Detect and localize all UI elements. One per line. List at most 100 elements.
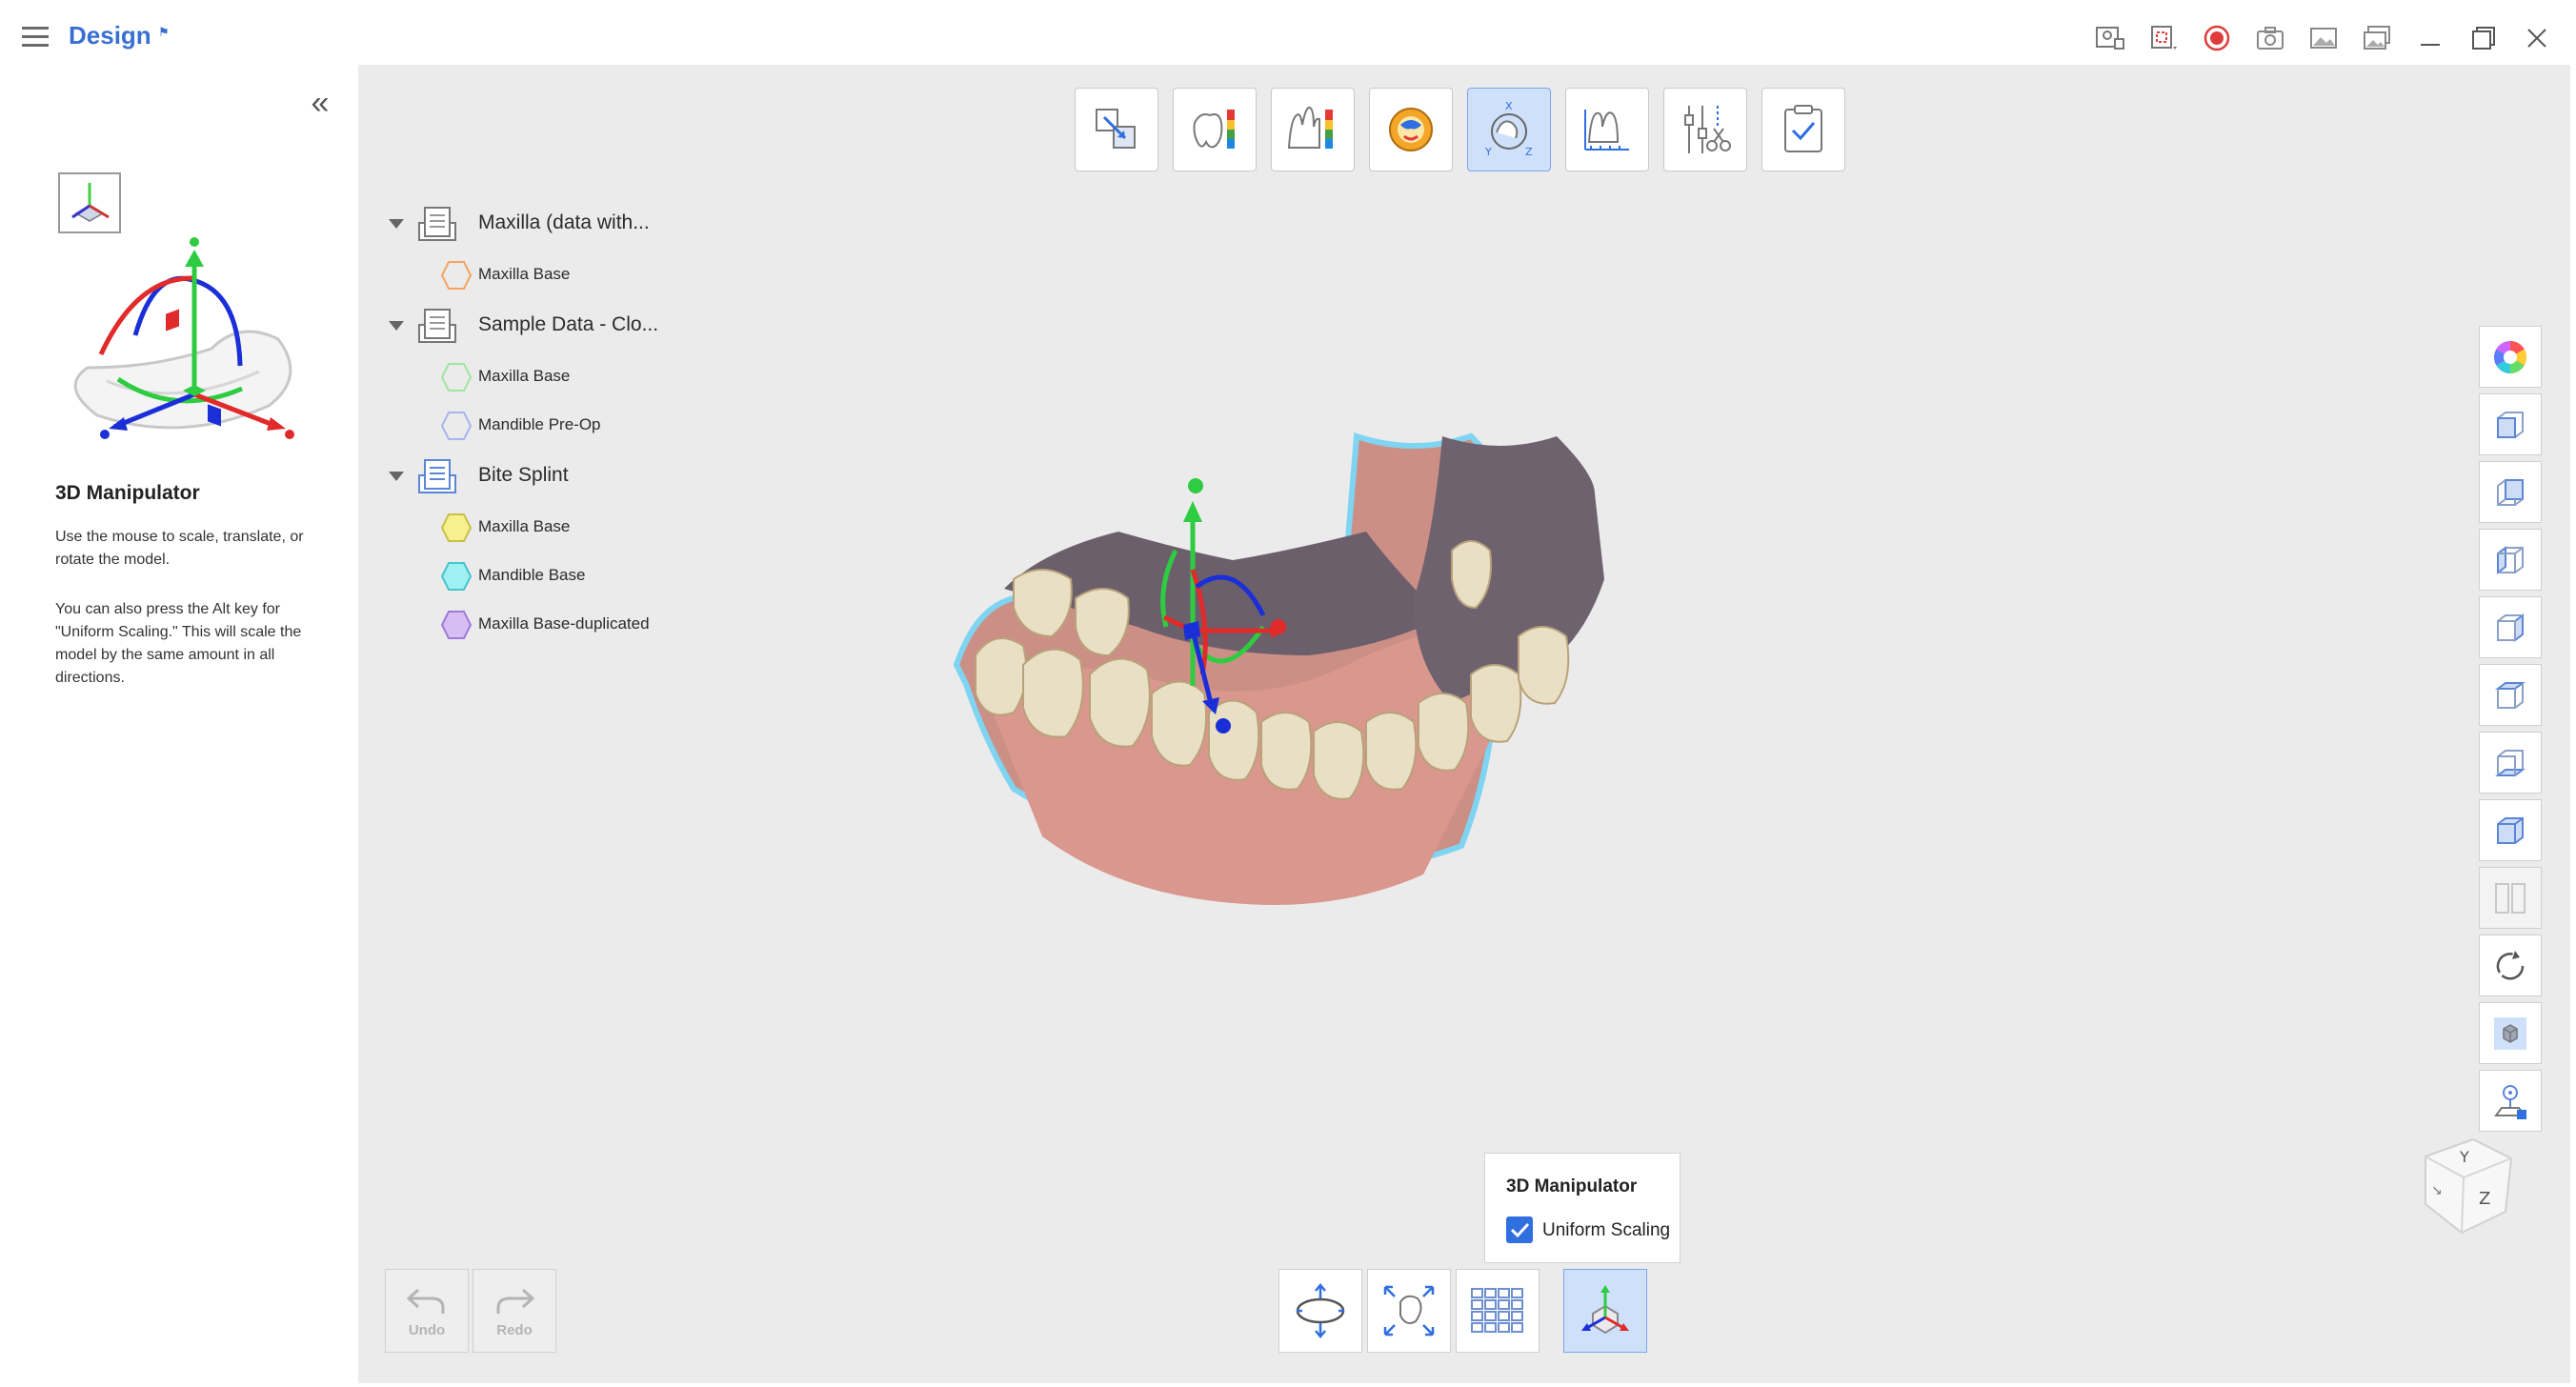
redo-label: Redo [496,1321,533,1338]
nav-cube-z-label: Z [2479,1189,2490,1209]
tree-item[interactable]: Maxilla Base [387,504,749,553]
tree-item-label[interactable]: Maxilla Base [478,517,570,536]
split-view-icon [2495,882,2526,914]
cube-front-icon [2497,411,2524,438]
bottom-toolbar [1278,1269,1647,1353]
rotate-icon [2496,950,2525,979]
document-stack-icon [418,207,456,241]
tree-item[interactable]: Mandible Pre-Op [387,402,749,451]
color-wheel-button[interactable] [2479,326,2542,388]
deviation-map-tool-button[interactable] [1173,88,1257,171]
xyz-rotate-icon: X Y Z [1484,100,1533,158]
image-icon[interactable] [2300,17,2347,59]
cube-left-icon [2497,545,2524,574]
dental-model[interactable] [947,427,1680,979]
record-icon[interactable] [2193,17,2241,59]
back-view-button[interactable] [2479,461,2542,523]
left-view-button[interactable] [2479,529,2542,591]
front-view-button[interactable] [2479,393,2542,455]
expand-caret-icon[interactable] [389,321,404,331]
tree-group-label[interactable]: Maxilla (data with... [478,211,650,234]
cube-bottom-icon [2495,749,2526,776]
uniform-scaling-label[interactable]: Uniform Scaling [1542,1220,1670,1241]
tree-item-label[interactable]: Maxilla Base [478,367,570,386]
undo-label: Undo [408,1321,446,1338]
svg-text:X: X [1505,100,1513,112]
manipulator-toggle-button[interactable] [1563,1269,1647,1353]
measure-icon [1584,110,1629,151]
fit-to-screen-icon [1383,1285,1435,1337]
navigation-cube[interactable]: Y Z ↘ [2406,1128,2521,1242]
top-view-button[interactable] [2479,664,2542,726]
svg-text:Z: Z [1525,146,1533,158]
gallery-icon[interactable] [2353,17,2401,59]
tree-group[interactable]: Sample Data - Clo... [387,300,749,353]
color-wheel-icon [2494,340,2526,373]
cube-back-icon [2497,478,2524,506]
collapse-panel-icon[interactable]: « [303,87,337,122]
finish-tool-button[interactable] [1761,88,1845,171]
expand-caret-icon[interactable] [389,219,404,229]
occlusion-tool-button[interactable] [1369,88,1453,171]
redo-button[interactable]: Redo [473,1269,556,1353]
crop-capture-icon[interactable] [2140,17,2187,59]
tree-group[interactable]: Bite Splint [387,451,749,504]
checkmark-icon [1510,1222,1530,1238]
tree-item-label[interactable]: Maxilla Base-duplicated [478,614,650,633]
rotate-view-button[interactable] [1278,1269,1362,1353]
section-deviation-tool-button[interactable] [1271,88,1355,171]
trim-icon [1684,106,1731,153]
grid-icon [1471,1288,1523,1333]
reset-view-button[interactable] [2479,935,2542,996]
camera-icon[interactable] [2246,17,2294,59]
restore-icon[interactable] [2460,17,2507,59]
tree-group-label[interactable]: Bite Splint [478,464,569,487]
measure-tool-button[interactable] [1565,88,1649,171]
title-bar: Design ⚑ [6,10,2570,65]
trim-tool-button[interactable] [1663,88,1747,171]
tree-group[interactable]: Maxilla (data with... [387,198,749,251]
nav-cube-y-label: Y [2459,1148,2469,1166]
right-view-button[interactable] [2479,596,2542,658]
align-icon [2494,1084,2526,1119]
solid-view-button[interactable] [2479,1002,2542,1064]
split-view-button[interactable] [2479,867,2542,929]
undo-icon [406,1288,445,1314]
window-controls [2086,15,2561,61]
align-tool-button[interactable] [2479,1070,2542,1132]
hexagon-icon [440,611,473,639]
tree-item[interactable]: Mandible Base [387,553,749,601]
help-panel: « 3D Manipulator Use the mouse to scale,… [6,65,358,1383]
uniform-scaling-checkbox[interactable] [1506,1216,1533,1243]
tree-item[interactable]: Maxilla Base [387,353,749,402]
move-tool-button[interactable] [1075,88,1158,171]
deviation-map-icon [1193,110,1235,149]
manipulator-illustration [58,172,294,439]
tree-item-label[interactable]: Mandible Base [478,566,585,585]
3d-manipulator-tool-button[interactable]: X Y Z [1467,88,1551,171]
manipulator-options-title: 3D Manipulator [1506,1176,1638,1196]
iso-view-button[interactable] [2479,799,2542,861]
expand-caret-icon[interactable] [389,472,404,481]
layout-grid-button[interactable] [1456,1269,1540,1353]
bottom-view-button[interactable] [2479,732,2542,794]
tree-item-label[interactable]: Mandible Pre-Op [478,415,601,434]
tree-item[interactable]: Maxilla Base-duplicated [387,601,749,650]
fit-view-button[interactable] [1367,1269,1451,1353]
undo-button[interactable]: Undo [385,1269,469,1353]
tree-group-label[interactable]: Sample Data - Clo... [478,313,658,336]
tree-item-label[interactable]: Maxilla Base [478,265,570,284]
view-toolbar [2479,326,2542,1132]
menu-icon[interactable] [19,23,51,51]
hexagon-icon [440,363,473,392]
tree-item[interactable]: Maxilla Base [387,251,749,300]
screen-capture-icon[interactable] [2086,17,2134,59]
data-tree: Maxilla (data with... Maxilla Base Sampl… [387,198,749,650]
svg-text:Y: Y [1484,146,1492,158]
close-icon[interactable] [2513,17,2561,59]
hexagon-icon [440,562,473,591]
3d-viewport[interactable]: X Y Z Maxilla (data with... Maxilla Base S… [358,65,2570,1383]
pin-icon[interactable]: ⚑ [158,25,170,40]
minimize-icon[interactable] [2406,17,2454,59]
cube-top-icon [2495,681,2526,709]
